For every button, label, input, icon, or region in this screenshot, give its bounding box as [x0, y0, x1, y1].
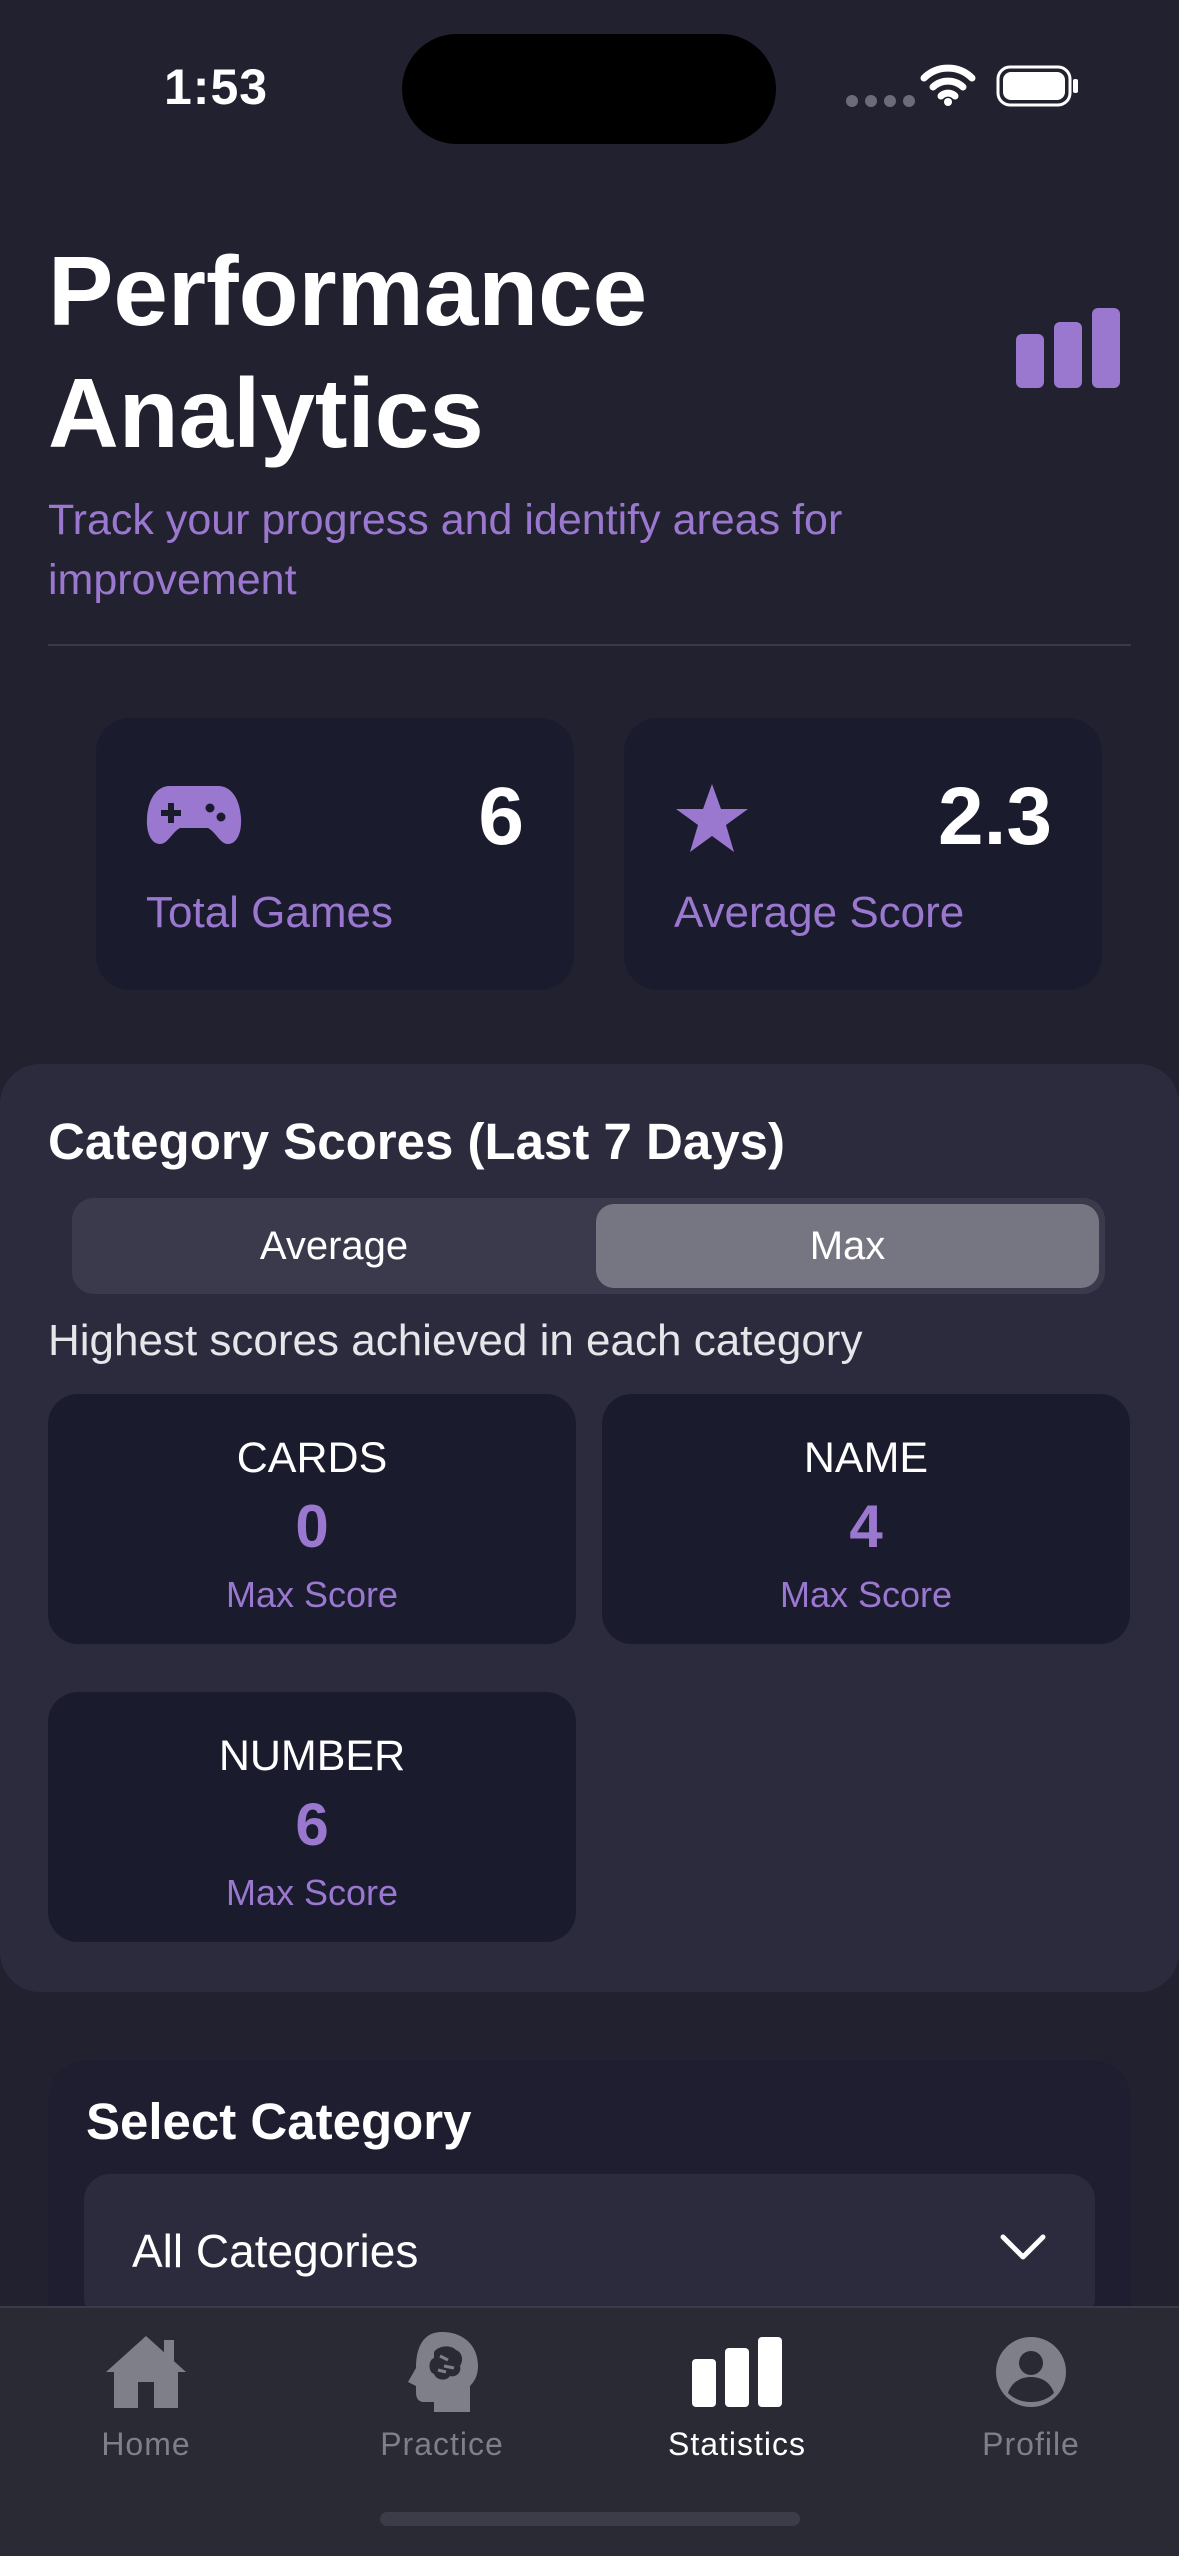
dropdown-selected-value: All Categories: [132, 2225, 419, 2277]
tile-score-label: Max Score: [225, 1574, 399, 1615]
gamepad-icon: [146, 786, 242, 844]
home-indicator: [380, 2512, 800, 2526]
bar-chart-icon: [1016, 308, 1120, 388]
total-games-value: 6: [478, 771, 524, 862]
wifi-icon: [920, 64, 976, 106]
average-score-card: 2.3 Average Score: [624, 718, 1102, 990]
star-icon: [676, 784, 748, 852]
dynamic-island: [402, 34, 776, 144]
tab-profile[interactable]: Profile: [911, 2324, 1151, 2463]
tile-category-name: CARDS: [236, 1434, 388, 1482]
category-tile-name: NAME 4 Max Score: [602, 1394, 1130, 1644]
status-time: 1:53: [164, 59, 269, 115]
total-games-card: 6 Total Games: [96, 718, 574, 990]
category-tile-number: NUMBER 6 Max Score: [48, 1692, 576, 1942]
tab-statistics[interactable]: Statistics: [617, 2324, 857, 2463]
profile-icon: [996, 2337, 1066, 2407]
tab-label: Home: [101, 2426, 191, 2462]
category-dropdown[interactable]: All Categories: [84, 2174, 1095, 2324]
brain-head-icon: [408, 2332, 478, 2412]
tile-score-value: 4: [849, 1493, 883, 1560]
home-icon: [106, 2336, 186, 2408]
tab-home[interactable]: Home: [26, 2324, 266, 2463]
battery-icon: [996, 65, 1078, 107]
tile-score-value: 0: [295, 1493, 329, 1560]
average-score-label: Average Score: [674, 888, 965, 937]
statistics-screen: 1:53 Performance Analytics Track your pr…: [0, 0, 1179, 2556]
tile-score-label: Max Score: [225, 1872, 399, 1913]
average-score-value: 2.3: [938, 771, 1052, 862]
tile-category-name: NUMBER: [218, 1732, 406, 1780]
bar-chart-icon: [692, 2337, 782, 2407]
category-scores-description: Highest scores achieved in each category: [48, 1316, 863, 1365]
category-scores-section: Category Scores (Last 7 Days) Average Ma…: [0, 1064, 1179, 1992]
tab-practice[interactable]: Practice: [322, 2324, 562, 2463]
segment-max[interactable]: Max: [596, 1204, 1099, 1288]
segment-average[interactable]: Average: [78, 1204, 590, 1288]
tile-category-name: NAME: [803, 1434, 929, 1482]
total-games-label: Total Games: [146, 888, 393, 937]
category-tile-cards: CARDS 0 Max Score: [48, 1394, 576, 1644]
tile-score-value: 6: [295, 1791, 329, 1858]
tab-label: Statistics: [667, 2426, 807, 2462]
tab-label: Profile: [982, 2426, 1080, 2462]
header-divider: [48, 644, 1131, 646]
tab-label: Practice: [380, 2426, 504, 2462]
score-type-segmented-control: Average Max: [72, 1198, 1105, 1294]
cellular-signal-icon: [846, 95, 915, 107]
select-category-title: Select Category: [86, 2093, 472, 2150]
category-scores-title: Category Scores (Last 7 Days): [48, 1113, 785, 1170]
page-title: Performance Analytics: [48, 236, 648, 468]
tile-score-label: Max Score: [779, 1574, 953, 1615]
page-subtitle: Track your progress and identify areas f…: [48, 496, 843, 604]
chevron-down-icon: [1000, 2234, 1046, 2260]
